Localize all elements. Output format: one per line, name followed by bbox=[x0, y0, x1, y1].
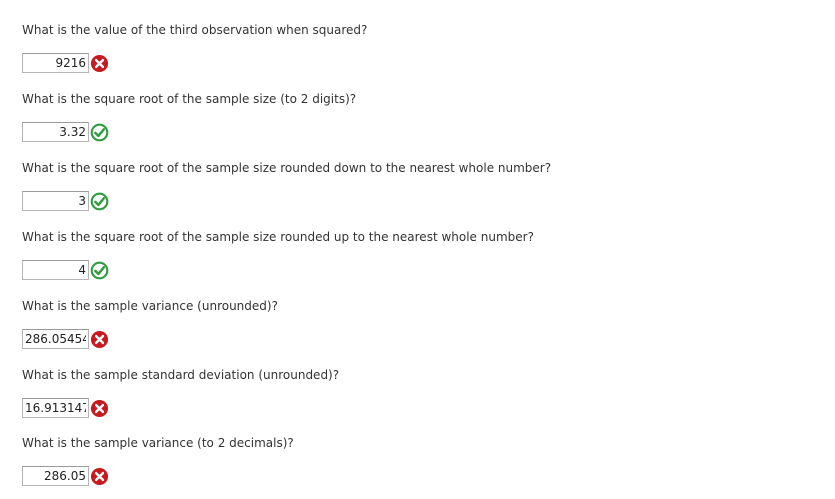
answer-input[interactable] bbox=[22, 398, 89, 418]
question-6: What is the sample standard deviation (u… bbox=[22, 368, 812, 418]
x-circle-icon bbox=[90, 399, 109, 418]
answer-row bbox=[22, 329, 109, 349]
x-circle-icon bbox=[90, 54, 109, 73]
question-text: What is the square root of the sample si… bbox=[22, 230, 534, 244]
answer-input[interactable] bbox=[22, 260, 89, 280]
question-4: What is the square root of the sample si… bbox=[22, 230, 812, 280]
answer-row bbox=[22, 53, 109, 73]
answer-row bbox=[22, 466, 109, 486]
answer-input[interactable] bbox=[22, 329, 89, 349]
answer-input[interactable] bbox=[22, 53, 89, 73]
question-7: What is the sample variance (to 2 decima… bbox=[22, 436, 812, 486]
answer-row bbox=[22, 260, 109, 280]
question-text: What is the square root of the sample si… bbox=[22, 92, 357, 106]
x-circle-icon bbox=[90, 467, 109, 486]
answer-row bbox=[22, 191, 109, 211]
answer-row bbox=[22, 122, 109, 142]
answer-input[interactable] bbox=[22, 191, 89, 211]
question-5: What is the sample variance (unrounded)? bbox=[22, 299, 812, 349]
check-circle-icon bbox=[90, 192, 109, 211]
question-text: What is the value of the third observati… bbox=[22, 23, 368, 37]
question-text: What is the sample variance (to 2 decima… bbox=[22, 436, 294, 450]
question-text: What is the sample variance (unrounded)? bbox=[22, 299, 278, 313]
answer-input[interactable] bbox=[22, 122, 89, 142]
question-2: What is the square root of the sample si… bbox=[22, 92, 812, 142]
question-text: What is the sample standard deviation (u… bbox=[22, 368, 340, 382]
answer-input[interactable] bbox=[22, 466, 89, 486]
question-text: What is the square root of the sample si… bbox=[22, 161, 552, 175]
question-3: What is the square root of the sample si… bbox=[22, 161, 812, 211]
check-circle-icon bbox=[90, 123, 109, 142]
question-1: What is the value of the third observati… bbox=[22, 23, 812, 73]
check-circle-icon bbox=[90, 261, 109, 280]
answer-row bbox=[22, 398, 109, 418]
x-circle-icon bbox=[90, 330, 109, 349]
